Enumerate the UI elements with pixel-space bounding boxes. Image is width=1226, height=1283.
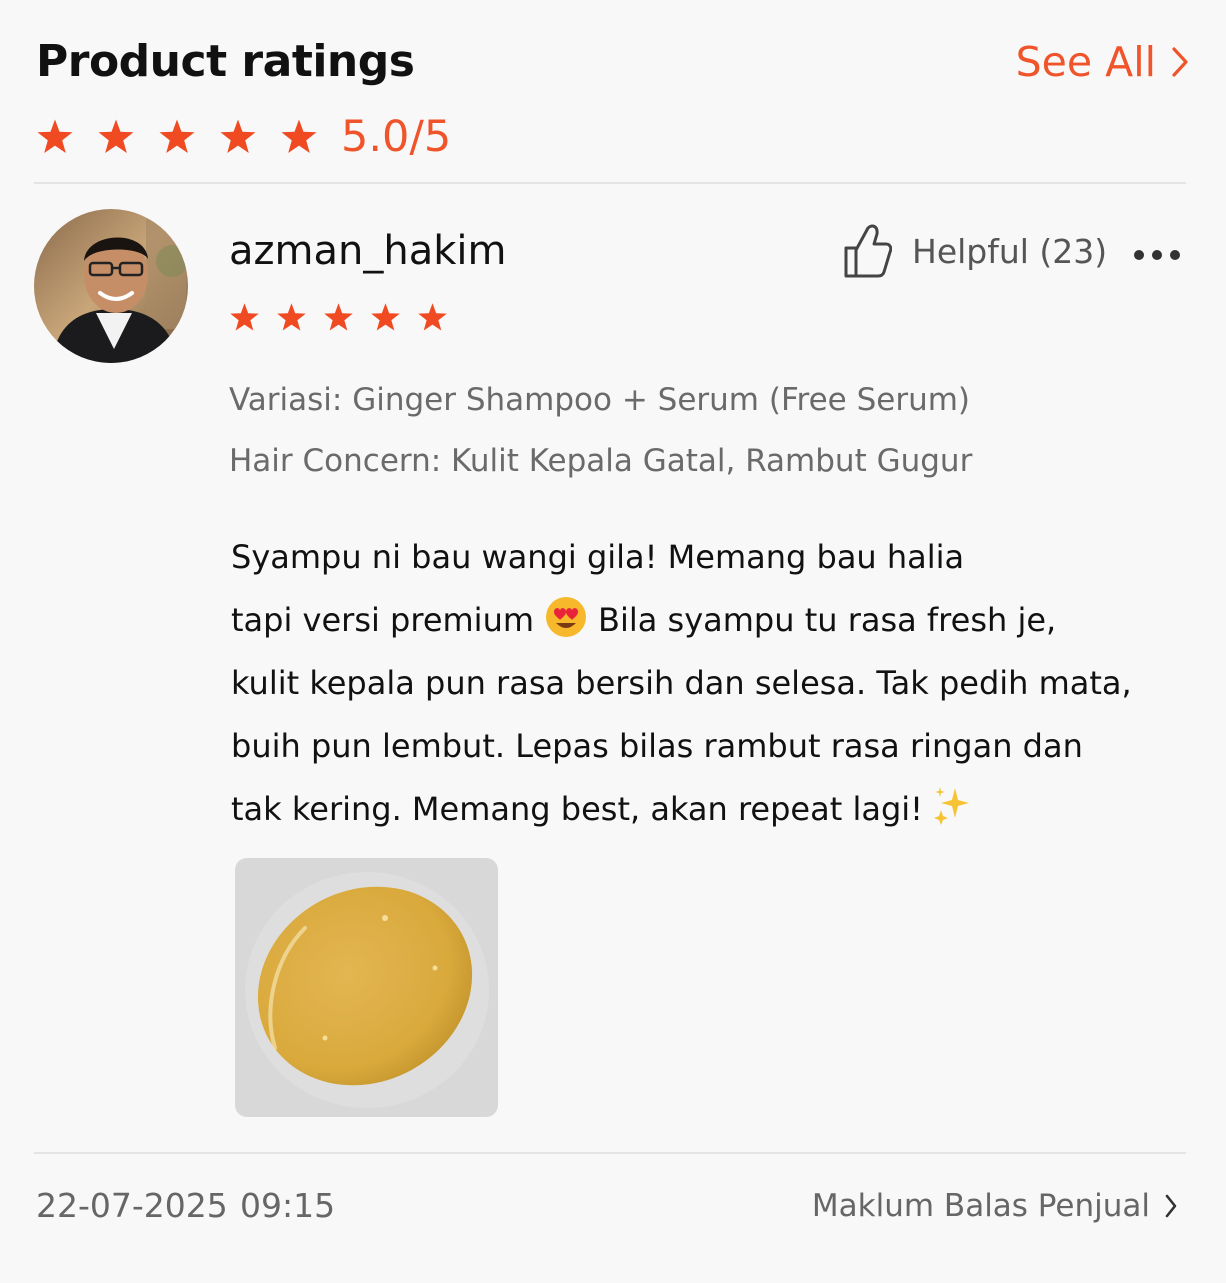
- star-icon: [37, 119, 73, 153]
- section-title: Product ratings: [36, 36, 415, 87]
- seller-reply-link[interactable]: Maklum Balas Penjual: [812, 1188, 1178, 1224]
- chevron-right-icon: [1165, 1194, 1177, 1218]
- review-time: 09:15: [240, 1186, 336, 1225]
- seller-reply-label: Maklum Balas Penjual: [811, 1188, 1150, 1224]
- star-icon: [281, 119, 317, 153]
- sparkles-icon: [933, 787, 969, 825]
- star-icon: [159, 119, 195, 153]
- heart-eyes-emoji-icon: [546, 597, 587, 637]
- shampoo-drop-image: [235, 858, 498, 1117]
- divider: [34, 1152, 1186, 1154]
- overall-rating: 5.0/5: [36, 112, 451, 162]
- hair-concern-text: Hair Concern: Kulit Kepala Gatal, Rambut…: [229, 443, 973, 479]
- thumbs-up-icon: [844, 224, 892, 278]
- star-icon: [230, 303, 259, 331]
- review-username[interactable]: azman_hakim: [229, 228, 506, 274]
- star-icon: [418, 303, 447, 331]
- helpful-button[interactable]: Helpful (23): [842, 222, 1107, 280]
- see-all-link[interactable]: See All: [1016, 38, 1190, 86]
- review-photo[interactable]: [235, 858, 498, 1117]
- review-date: 22-07-2025: [36, 1186, 228, 1225]
- review-line: kulit kepala pun rasa bersih dan selesa.…: [231, 664, 1132, 702]
- review-text: Syampu ni bau wangi gila! Memang bau hal…: [231, 526, 1132, 841]
- divider: [34, 182, 1186, 184]
- review-line: buih pun lembut. Lepas bilas rambut rasa…: [231, 727, 1083, 765]
- review-stars: [229, 302, 464, 333]
- star-icon: [98, 119, 134, 153]
- helpful-label: Helpful (23): [912, 231, 1108, 271]
- user-photo: [34, 209, 188, 363]
- review-line: Syampu ni bau wangi gila! Memang bau hal…: [231, 538, 965, 576]
- star-icon: [220, 119, 256, 153]
- review-line: tak kering. Memang best, akan repeat lag…: [231, 778, 1131, 841]
- more-dots-icon: [1134, 250, 1144, 260]
- chevron-right-icon: [1172, 47, 1188, 77]
- star-icon: [324, 303, 353, 331]
- star-icon: [371, 303, 400, 331]
- star-icon: [277, 303, 306, 331]
- rating-score: 5.0/5: [341, 112, 452, 162]
- review-line: tapi versi premium Bila syampu tu rasa f…: [231, 589, 1131, 652]
- variation-text: Variasi: Ginger Shampoo + Serum (Free Se…: [229, 382, 971, 418]
- see-all-label: See All: [1015, 38, 1156, 86]
- overall-stars: [36, 118, 341, 156]
- more-options-button[interactable]: [1134, 250, 1182, 266]
- avatar[interactable]: [34, 209, 188, 363]
